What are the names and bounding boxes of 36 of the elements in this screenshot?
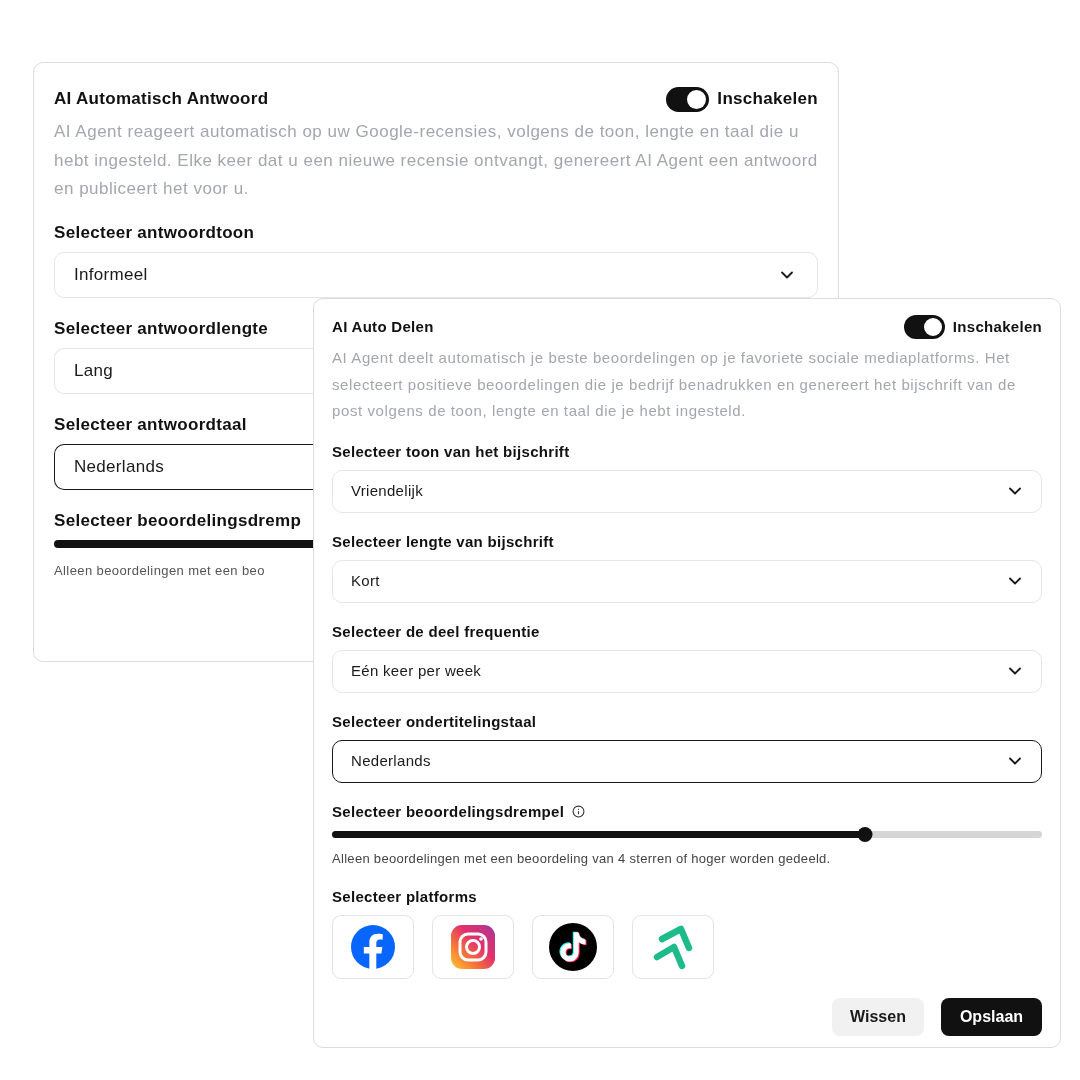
panel-description: AI Agent reageert automatisch op uw Google-recensies, volgens de toon, lengte en taal die u hebt ingesteld. Elke keer dat u een nieuwe recensie ontvangt, genereert AI Agent een antwoord en publiceert het voor u. xyxy=(54,121,818,200)
select-field[interactable]: Vriendelijk xyxy=(332,469,1042,513)
slider-track[interactable] xyxy=(54,539,313,548)
field-label: Selecteer lengte van bijschrift xyxy=(332,531,555,552)
platform-button[interactable] xyxy=(532,914,614,979)
field-label: Selecteer antwoordtaal xyxy=(54,413,247,436)
field-label: Selecteer platforms xyxy=(332,886,478,907)
field-label: Selecteer antwoordlengte xyxy=(54,317,269,340)
toggle-switch[interactable] xyxy=(903,315,945,339)
instagram-icon xyxy=(451,924,495,969)
info-icon[interactable] xyxy=(572,805,586,818)
field-label: Selecteer beoordelingsdremp xyxy=(54,509,302,532)
select-field[interactable]: Lang xyxy=(54,347,313,394)
select-field[interactable]: Eén keer per week xyxy=(332,649,1042,693)
field-label: Selecteer toon van het bijschrift xyxy=(332,441,571,462)
toggle-label: Inschakelen xyxy=(952,316,1042,337)
slider-hint: Alleen beoordelingen met een beoordeling van 4 sterren of hoger worden gedeeld. xyxy=(332,849,832,868)
slider-hint: Alleen beoordelingen met een beo xyxy=(54,561,265,580)
panel-title: AI Auto Delen xyxy=(332,316,434,337)
toggle-label: Inschakelen xyxy=(717,88,818,111)
slider-thumb[interactable] xyxy=(857,826,872,842)
select-field[interactable]: Nederlands xyxy=(332,739,1042,783)
field-label: Selecteer beoordelingsdrempel xyxy=(332,801,565,822)
panel-description: AI Agent deelt automatisch je beste beoordelingen op je favoriete sociale mediaplatforms. Het selecteert positieve beoordelingen die je bedrijf benadrukken en genereert het bijschrift van de post volgens de toon, lengte en taal die je hebt ingesteld. xyxy=(332,348,1017,421)
field-label: Selecteer antwoordtoon xyxy=(54,221,255,244)
select-field[interactable]: Nederlands xyxy=(54,443,313,490)
toggle-switch[interactable] xyxy=(666,86,710,112)
panel-title: AI Automatisch Antwoord xyxy=(54,88,269,111)
clear-button[interactable]: Wissen xyxy=(832,997,924,1036)
save-button[interactable]: Opslaan xyxy=(941,997,1042,1036)
select-field[interactable]: Kort xyxy=(332,559,1042,603)
field-label: Selecteer de deel frequentie xyxy=(332,621,541,642)
field-label: Selecteer ondertitelingstaal xyxy=(332,711,538,732)
select-field[interactable]: Informeel xyxy=(54,251,818,298)
music-note-icon xyxy=(549,922,597,971)
facebook-icon xyxy=(351,924,395,969)
